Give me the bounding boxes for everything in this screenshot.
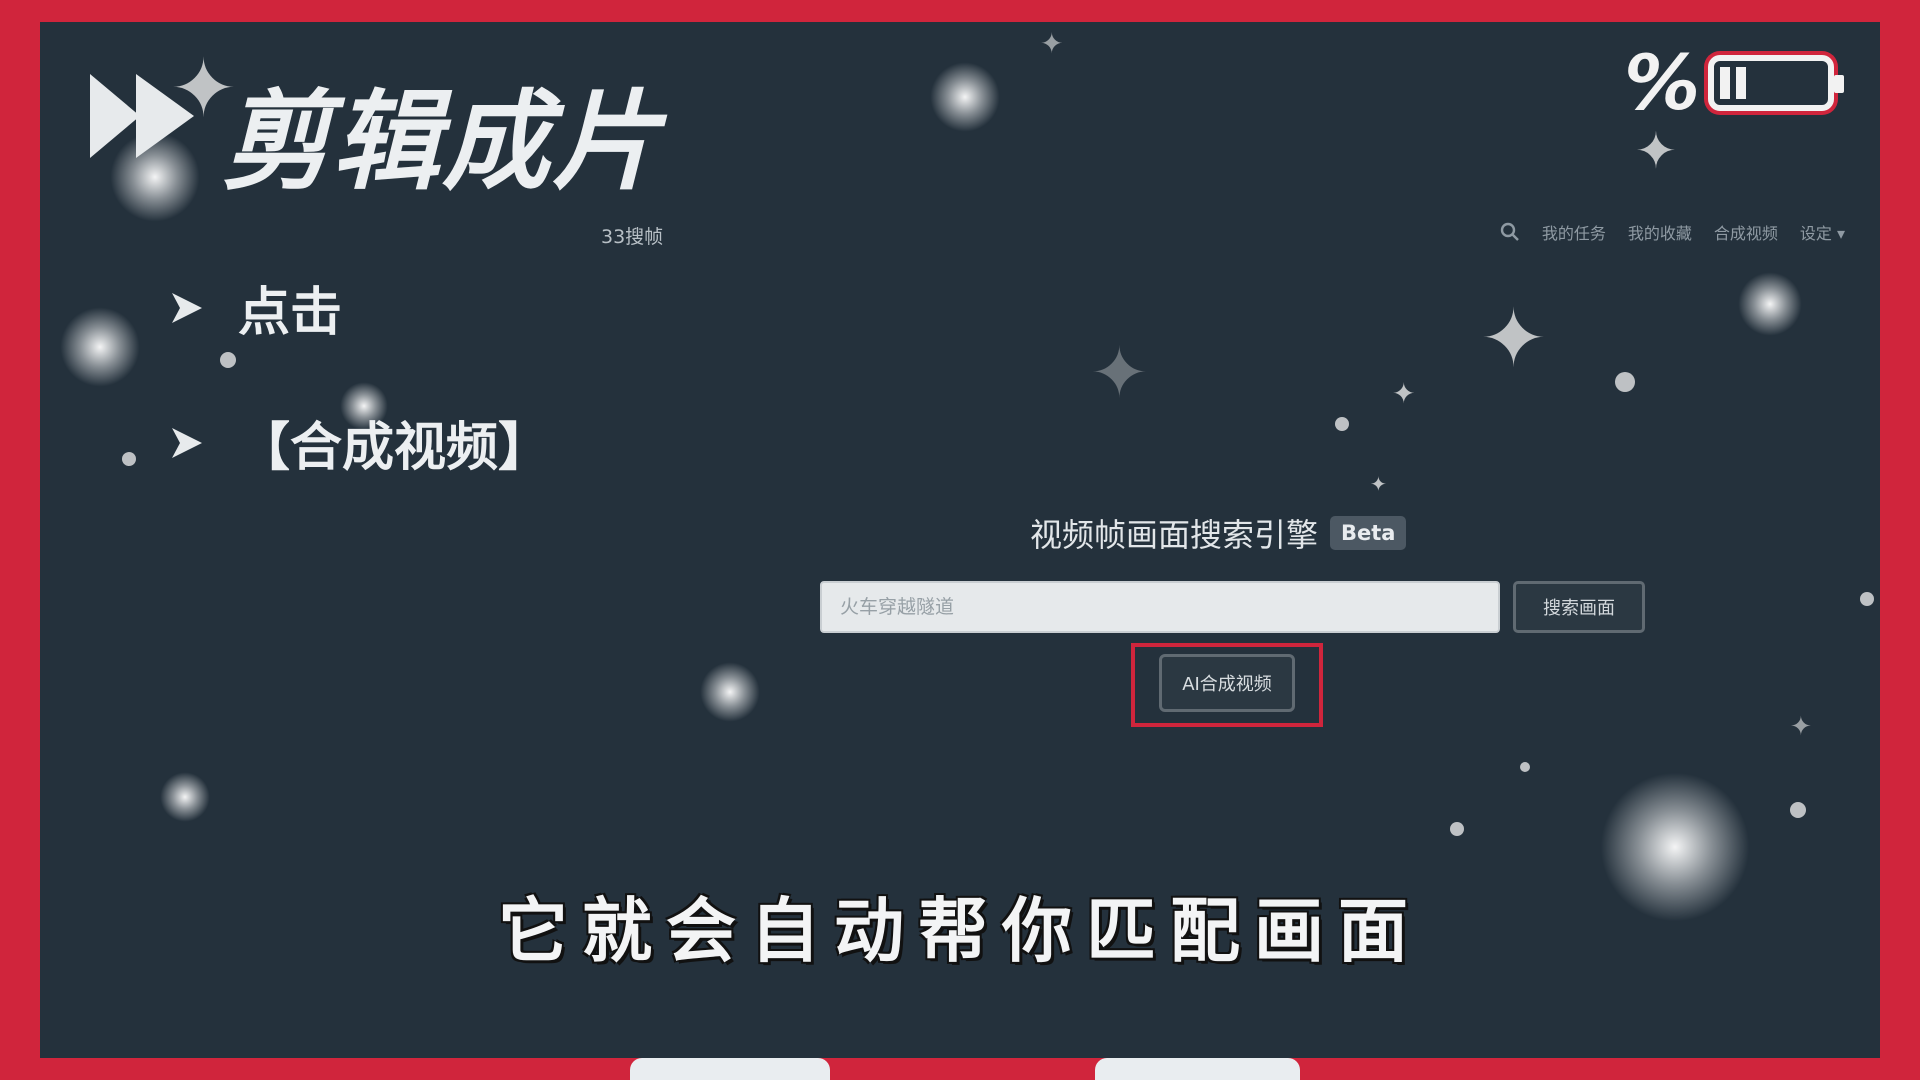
battery-bar (1736, 66, 1747, 99)
site-nav: 我的任务 我的收藏 合成视频 设定 ▾ (1500, 220, 1845, 244)
sparkle (160, 772, 210, 822)
engine-title: 视频帧画面搜索引擎 (1030, 516, 1319, 554)
arrow-bullet-icon (172, 427, 202, 458)
battery-fill (1720, 66, 1747, 99)
nav-settings-label: 设定 (1799, 224, 1832, 243)
sparkle (220, 352, 236, 368)
nav-my-tasks[interactable]: 我的任务 (1542, 220, 1606, 244)
bottom-tab (630, 1058, 830, 1080)
video-title: 剪辑成片 (222, 80, 663, 205)
sparkle (930, 62, 1000, 132)
bullet-item: 点击 (170, 270, 342, 345)
bottom-tab (1095, 1058, 1300, 1080)
search-input[interactable] (820, 581, 1500, 633)
battery-bar (1720, 66, 1731, 99)
engine-heading: 视频帧画面搜索引擎 Beta (1030, 510, 1407, 556)
nav-settings[interactable]: 设定 ▾ (1800, 220, 1845, 244)
chevron-down-icon: ▾ (1836, 224, 1845, 243)
fast-forward-icon (90, 74, 194, 158)
sparkle-star: ✦ (1040, 27, 1064, 60)
bullet-text: 点击 (238, 283, 343, 343)
battery-cap (1834, 74, 1845, 93)
bottom-tabs (0, 1058, 1920, 1080)
site-brand[interactable]: 33搜帧 (601, 222, 663, 249)
arrow-bullet-icon (172, 292, 202, 323)
percent-symbol: % (1624, 38, 1701, 127)
beta-badge: Beta (1330, 516, 1407, 550)
nav-my-favorites[interactable]: 我的收藏 (1628, 220, 1692, 244)
ai-compose-video-button[interactable]: AI合成视频 (1159, 654, 1295, 712)
sparkle (122, 452, 136, 466)
battery-icon (1708, 54, 1845, 111)
search-button[interactable]: 搜索画面 (1513, 581, 1645, 633)
search-icon[interactable] (1500, 222, 1520, 242)
bullet-item: 【合成视频】 (170, 405, 550, 480)
battery-indicator: % (1624, 38, 1845, 127)
bullet-text: 【合成视频】 (238, 418, 551, 478)
sparkle (60, 307, 140, 387)
sparkle-star: ✦ (1635, 122, 1677, 180)
nav-compose-video[interactable]: 合成视频 (1714, 220, 1778, 244)
subtitle-caption: 它就会自动帮你匹配画面 (498, 890, 1422, 972)
